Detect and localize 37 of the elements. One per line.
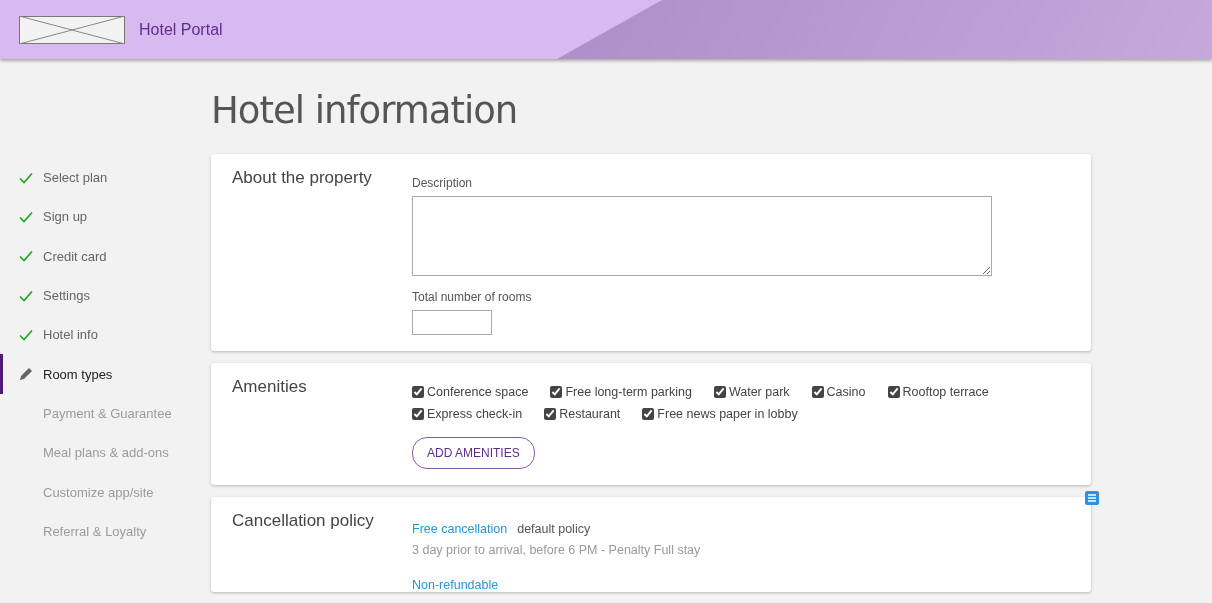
- checkbox[interactable]: [550, 386, 563, 398]
- policy-link[interactable]: Non-refundable: [412, 578, 499, 592]
- sidebar-item[interactable]: Sign up: [0, 197, 211, 237]
- field-label: Total number of rooms: [412, 290, 533, 304]
- list-icon[interactable]: [1085, 491, 1099, 505]
- amenity-label: Restaurant: [559, 407, 621, 421]
- sidebar-item[interactable]: Hotel info: [0, 315, 211, 355]
- policy-tag: default policy: [517, 522, 591, 536]
- checkbox[interactable]: [544, 408, 557, 420]
- amenity-label: Express check-in: [427, 407, 523, 421]
- field-label: Description: [412, 176, 474, 190]
- policy-link[interactable]: Free cancellation: [412, 522, 508, 536]
- checkbox[interactable]: [713, 386, 726, 398]
- amenity-label: Free news paper in lobby: [657, 407, 798, 421]
- sidebar-item[interactable]: Settings: [0, 275, 211, 316]
- amenity-label: Conference space: [427, 385, 529, 399]
- checkbox[interactable]: [887, 386, 900, 398]
- sidebar-item[interactable]: Select plan: [0, 158, 211, 198]
- pencil-icon: [18, 366, 34, 383]
- rooms-input-field[interactable]: [412, 310, 492, 335]
- checkbox[interactable]: [811, 386, 824, 398]
- section-heading: Amenities: [231, 377, 308, 398]
- portal-title: Hotel Portal: [139, 20, 223, 39]
- description-field[interactable]: [412, 196, 992, 276]
- checkbox[interactable]: [642, 408, 655, 420]
- checkbox[interactable]: [412, 408, 424, 420]
- sidebar-item[interactable]: Credit card: [0, 236, 211, 276]
- amenity-label: Free long-term parking: [565, 385, 692, 399]
- page-title: Hotel information: [211, 89, 519, 132]
- policy-detail: 3 day prior to arrival, before 6 PM - Penalty Full stay: [412, 543, 702, 557]
- amenity-label: Casino: [826, 385, 866, 399]
- add-amenities-button[interactable]: ADD AMENITIES: [412, 437, 535, 469]
- amenity-label: Water park: [728, 385, 790, 399]
- amenity-label: Rooftop terrace: [902, 385, 989, 399]
- section-heading: Cancellation policy: [231, 511, 375, 532]
- section-heading: About the property: [231, 168, 373, 189]
- checkbox[interactable]: [412, 386, 424, 398]
